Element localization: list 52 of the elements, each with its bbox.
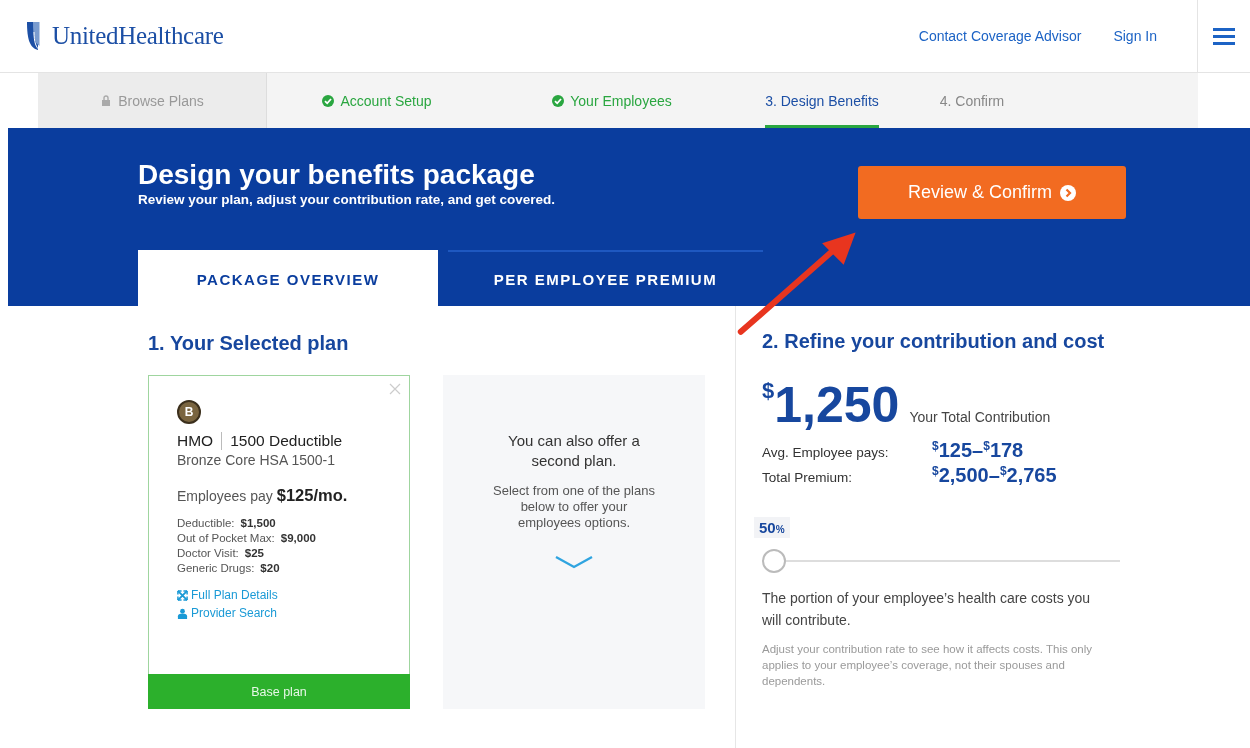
review-confirm-button[interactable]: Review & Confirm (858, 166, 1126, 219)
pay-amount: $125/mo. (276, 486, 348, 505)
detail-label: Doctor Visit: (177, 547, 239, 559)
cost-label: Total Premium: (762, 470, 854, 485)
note-text: Adjust your contribution rate to see how it affects costs. This only applies to your employee’s coverage, not their spouses and dependents. (762, 642, 1094, 689)
lock-icon (100, 94, 113, 107)
second-plan-text: Select from one of the plans below to offer your employees options. (492, 483, 656, 531)
header-link[interactable]: Sign In (1113, 28, 1157, 44)
section-heading: 1. Your Selected plan (148, 332, 350, 355)
section-heading: 2. Refine your contribution and cost (762, 330, 1106, 353)
close-icon[interactable] (389, 383, 401, 395)
detail-label: Generic Drugs: (177, 562, 255, 574)
cost-value: $^{$}$2,500–$^{$}$2,765 (932, 464, 1058, 487)
page-title: Design your benefits package (138, 160, 536, 190)
plan-subtitle: Bronze Core HSA 1500-1 (177, 452, 336, 468)
detail-label: Out of Pocket Max: (177, 532, 275, 544)
plan-name: 1500 Deductible (230, 432, 343, 450)
menu-icon[interactable] (1213, 27, 1235, 45)
page-subtitle: Review your plan, adjust your contribution rate, and get covered. (138, 192, 557, 207)
tier-badge: B (177, 400, 201, 424)
plan-type: HMO (177, 432, 223, 450)
cost-label: Avg. Employee pays: (762, 445, 890, 460)
detail-value: $1,500 (240, 517, 276, 529)
base-plan-bar: Base plan (148, 674, 410, 709)
total-amount: $^{$}$1,250 (762, 376, 900, 433)
tab[interactable]: PACKAGE OVERVIEW (138, 250, 438, 306)
step-tab[interactable]: Account Setup (267, 73, 487, 128)
step-tab[interactable]: Browse Plans (38, 73, 267, 128)
chevron-right-icon (1060, 184, 1076, 201)
detail-value: $25 (244, 547, 264, 559)
step-tab[interactable]: Your Employees (487, 73, 737, 128)
logo-text: UnitedHealthcare (52, 22, 224, 50)
person-icon (177, 607, 188, 619)
detail-value: $9,000 (280, 532, 316, 544)
total-label: Your Total Contribution (909, 409, 1051, 425)
plan-link[interactable]: Provider Search (191, 606, 278, 620)
header-link[interactable]: Contact Coverage Advisor (918, 28, 1082, 44)
slider-value: 50% (754, 517, 790, 538)
plan-link[interactable]: Full Plan Details (191, 588, 278, 602)
check-icon (322, 94, 335, 107)
step-tab[interactable]: 4. Confirm (907, 73, 1037, 128)
detail-label: Deductible: (177, 517, 235, 529)
second-plan-title: You can also offer a second plan. (507, 431, 641, 471)
pay-label: Employees pay (177, 488, 273, 504)
slider-thumb[interactable] (762, 549, 786, 573)
detail-value: $20 (260, 562, 280, 574)
tab[interactable]: PER EMPLOYEE PREMIUM (448, 250, 763, 306)
cost-value: $^{$}$125–$^{$}$178 (932, 439, 1025, 462)
description-text: The portion of your employee’s health care costs you will contribute. (762, 589, 1092, 630)
expand-icon (177, 589, 188, 601)
check-icon (552, 94, 565, 107)
chevron-down-icon[interactable] (554, 555, 594, 569)
